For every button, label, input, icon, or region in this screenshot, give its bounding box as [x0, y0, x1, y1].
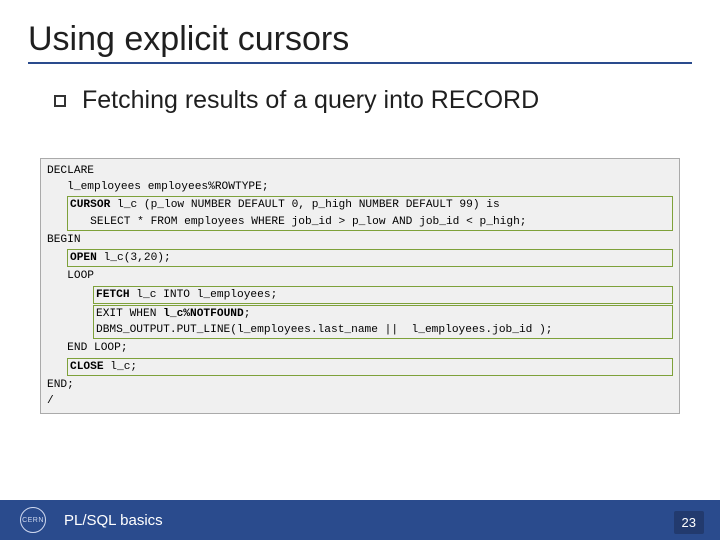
code-line: END LOOP; [41, 340, 679, 356]
code-line: / [41, 393, 679, 409]
code-line-highlighted: OPEN l_c(3,20); [67, 249, 673, 267]
cern-logo-icon: CERN [20, 507, 46, 533]
footer-text: PL/SQL basics [64, 512, 163, 529]
code-line-highlighted: CURSOR l_c (p_low NUMBER DEFAULT 0, p_hi… [67, 196, 673, 230]
code-block: DECLARE l_employees employees%ROWTYPE; C… [40, 158, 680, 414]
code-line-highlighted: CLOSE l_c; [67, 358, 673, 376]
slide: Using explicit cursors Fetching results … [0, 0, 720, 540]
code-line: LOOP [41, 268, 679, 284]
code-line: DECLARE [41, 163, 679, 179]
bullet-row: Fetching results of a query into RECORD [54, 86, 539, 115]
code-line-highlighted: FETCH l_c INTO l_employees; [93, 286, 673, 304]
code-line: BEGIN [41, 232, 679, 248]
bullet-text: Fetching results of a query into RECORD [82, 86, 539, 115]
bullet-icon [54, 95, 66, 107]
footer: CERN PL/SQL basics 23 [0, 500, 720, 540]
title-underline [28, 62, 692, 64]
slide-title: Using explicit cursors [28, 20, 349, 59]
code-line: END; [41, 377, 679, 393]
code-line: l_employees employees%ROWTYPE; [41, 179, 679, 195]
page-number: 23 [674, 511, 704, 534]
code-line-highlighted: EXIT WHEN l_c%NOTFOUND;DBMS_OUTPUT.PUT_L… [93, 305, 673, 339]
